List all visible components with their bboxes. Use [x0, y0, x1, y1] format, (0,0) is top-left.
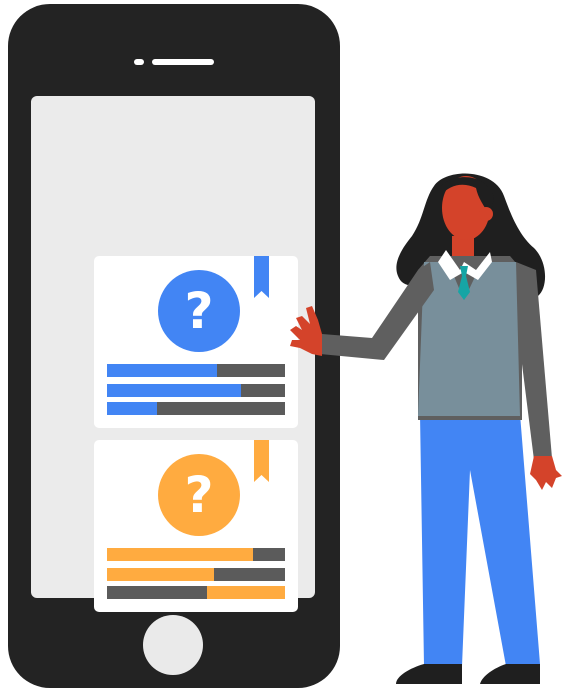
ear	[479, 207, 493, 221]
right-hand	[530, 456, 562, 490]
pointing-hand	[290, 306, 322, 356]
pointing-arm	[320, 262, 434, 360]
right-shoe	[480, 664, 540, 684]
illustration: ? ?	[0, 0, 563, 692]
presenter-figure	[290, 173, 562, 684]
pants	[420, 414, 540, 666]
left-shoe	[396, 664, 462, 684]
